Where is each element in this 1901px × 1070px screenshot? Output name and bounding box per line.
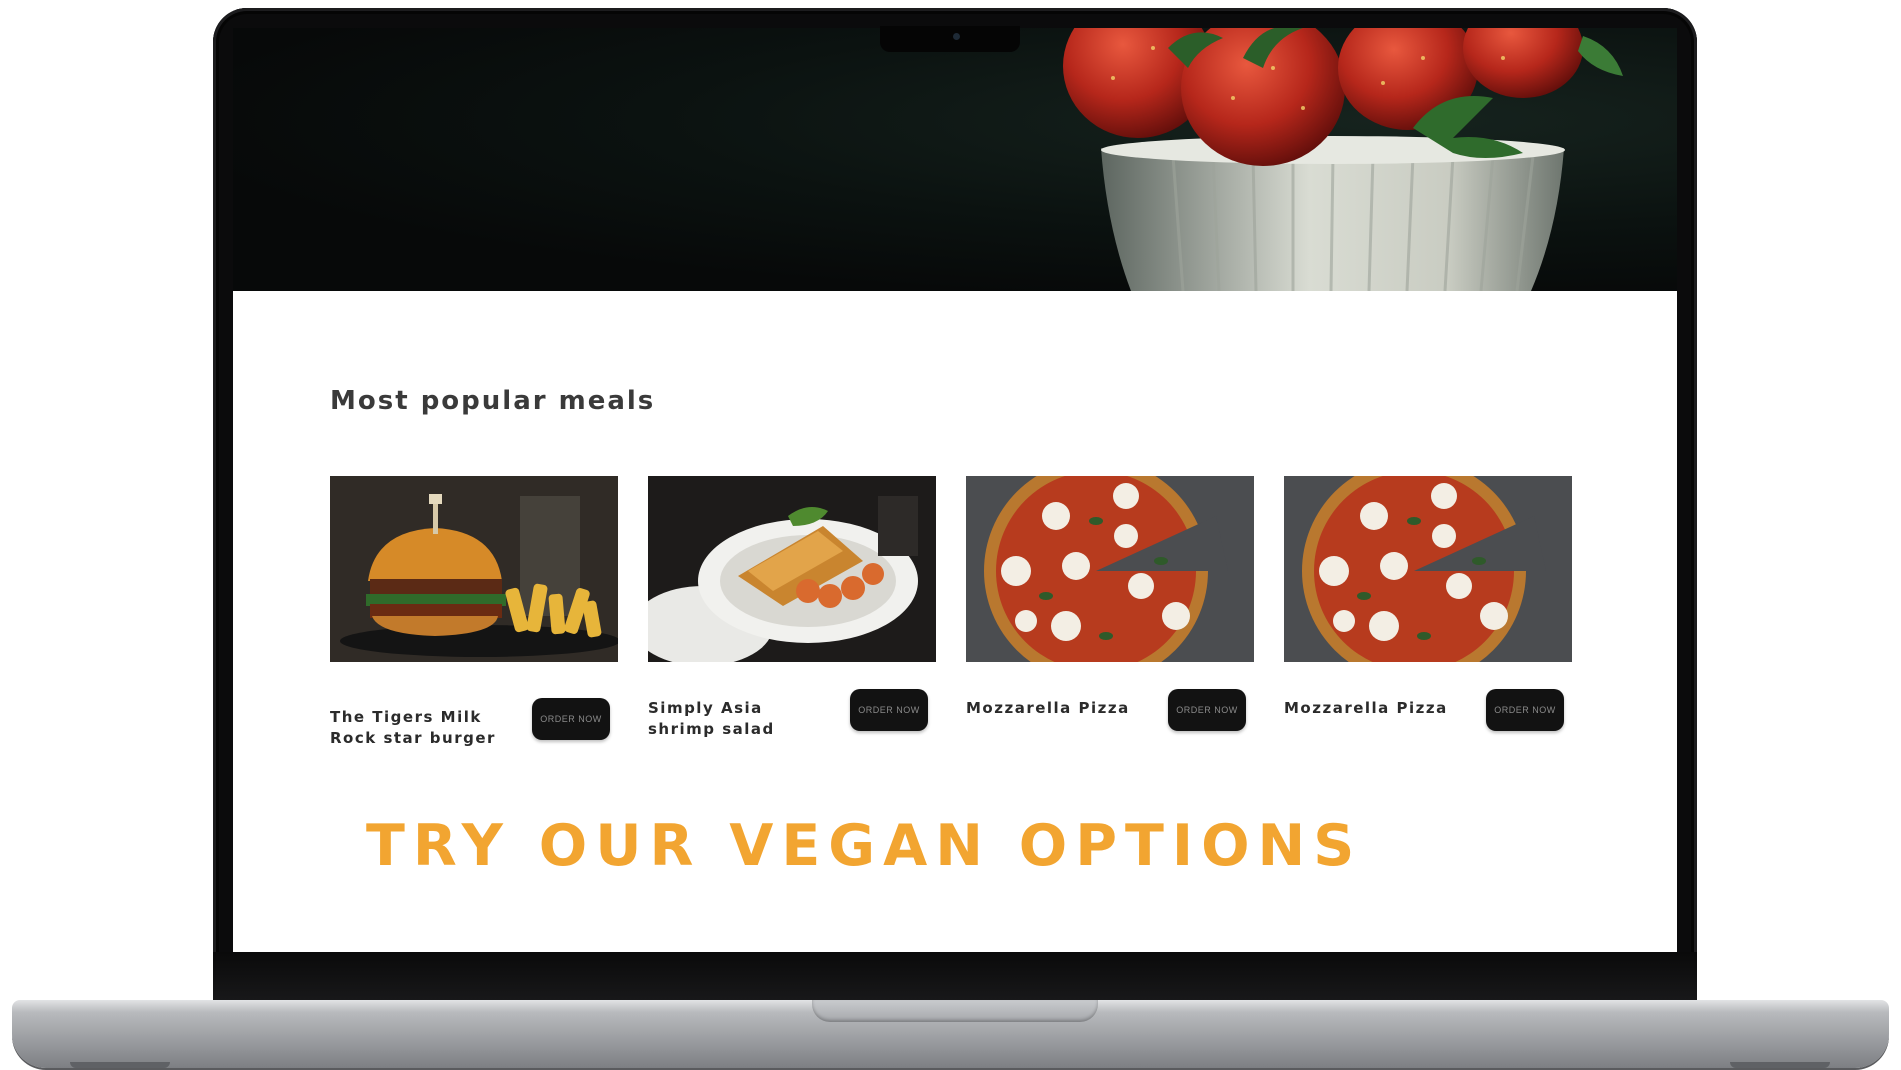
laptop-mockup: Most popular meals The Tigers Milk Rock … — [0, 0, 1901, 1070]
laptop-foot — [1730, 1062, 1830, 1068]
pizza-photo[interactable] — [1284, 476, 1572, 662]
laptop-foot — [70, 1062, 170, 1068]
order-now-button[interactable]: ORDER NOW — [1168, 689, 1246, 731]
shrimp-plate-photo[interactable] — [648, 476, 936, 662]
order-now-button[interactable]: ORDER NOW — [532, 698, 610, 740]
camera-notch — [880, 26, 1020, 52]
burger-photo[interactable] — [330, 476, 618, 662]
camera-icon — [953, 33, 960, 40]
laptop-opening-groove — [812, 1000, 1098, 1022]
vegan-options-heading[interactable]: TRY OUR VEGAN OPTIONS — [366, 813, 1362, 879]
meal-name: The Tigers Milk Rock star burger — [330, 708, 496, 747]
meal-name: Simply Asia shrimp salad — [648, 699, 775, 738]
meal-card: Mozzarella Pizza ORDER NOW — [966, 476, 1254, 766]
pizza-photo[interactable] — [966, 476, 1254, 662]
browser-screen: Most popular meals The Tigers Milk Rock … — [233, 28, 1677, 952]
meal-card: Mozzarella Pizza ORDER NOW — [1284, 476, 1572, 766]
meal-name: Mozzarella Pizza — [1284, 699, 1448, 717]
meal-card: Simply Asia shrimp salad ORDER NOW — [648, 476, 936, 766]
meal-name: Mozzarella Pizza — [966, 699, 1130, 717]
section-title: Most popular meals — [330, 386, 656, 416]
meal-card: The Tigers Milk Rock star burger ORDER N… — [330, 476, 618, 766]
order-now-button[interactable]: ORDER NOW — [850, 689, 928, 731]
hero-image — [233, 28, 1677, 291]
order-now-button[interactable]: ORDER NOW — [1486, 689, 1564, 731]
